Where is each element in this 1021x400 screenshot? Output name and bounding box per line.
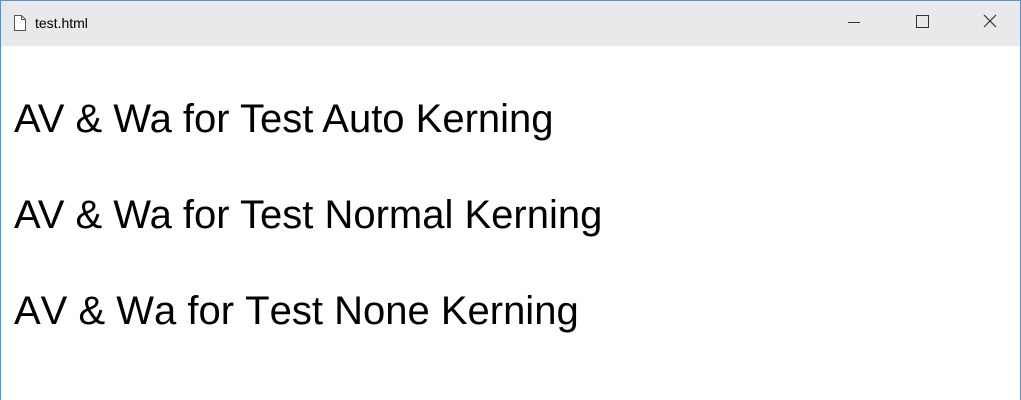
window-title: test.html	[35, 15, 88, 31]
page-content: AV & Wa for Test Auto Kerning AV & Wa fo…	[1, 46, 1020, 400]
browser-window: test.html AV & Wa for Test Auto Kerning …	[0, 0, 1021, 400]
close-icon	[983, 14, 997, 33]
title-bar[interactable]: test.html	[1, 1, 1020, 46]
document-icon	[14, 15, 26, 31]
minimize-icon	[848, 15, 860, 33]
normal-kerning-text: AV & Wa for Test Normal Kerning	[14, 193, 603, 237]
minimize-button[interactable]	[831, 1, 877, 46]
auto-kerning-text: AV & Wa for Test Auto Kerning	[14, 97, 554, 141]
close-button[interactable]	[967, 1, 1013, 46]
maximize-button[interactable]	[899, 1, 945, 46]
maximize-icon	[915, 14, 929, 33]
none-kerning-text: AV & Wa for Test None Kerning	[14, 289, 579, 333]
